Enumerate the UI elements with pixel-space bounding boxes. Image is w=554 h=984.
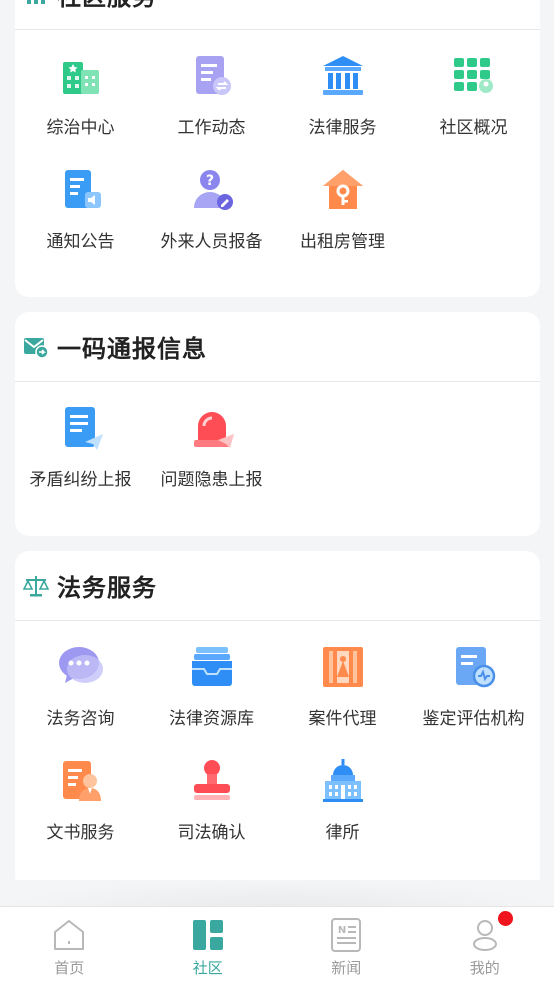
tab-profile[interactable]: 我的: [416, 907, 554, 984]
item-label: 出租房管理: [300, 232, 385, 252]
tab-community[interactable]: 社区: [139, 907, 278, 984]
item-label: 律所: [325, 823, 360, 843]
section-title: 社区服务: [57, 0, 157, 12]
news-icon: N: [328, 917, 364, 953]
legal-item-case-agency[interactable]: 案件代理: [277, 621, 408, 735]
report-item-dispute[interactable]: 矛盾纠纷上报: [15, 382, 146, 496]
tab-news[interactable]: N 新闻: [277, 907, 416, 984]
legal-item-document-services[interactable]: 文书服务: [15, 735, 146, 849]
grid-apps-icon: [450, 52, 498, 100]
item-label: 法律资源库: [169, 709, 254, 729]
svg-text:?: ?: [205, 173, 213, 189]
mail-forward-icon: [23, 334, 49, 360]
bar-chart-icon: [23, 0, 49, 8]
item-label: 矛盾纠纷上报: [29, 470, 132, 490]
item-label: 社区概况: [439, 118, 508, 138]
appraisal-icon: [450, 643, 498, 691]
item-label: 司法确认: [177, 823, 246, 843]
tab-label: 首页: [54, 959, 85, 977]
community-item-notices[interactable]: 通知公告: [15, 144, 146, 258]
item-label: 案件代理: [308, 709, 377, 729]
section-title: 法务服务: [57, 574, 157, 602]
legal-item-law-firm[interactable]: 律所: [277, 735, 408, 849]
community-grid-icon: [190, 917, 226, 953]
item-label: 工作动态: [177, 118, 246, 138]
item-label: 问题隐患上报: [160, 470, 263, 490]
svg-text:N: N: [338, 925, 346, 936]
announcement-icon: [57, 166, 105, 214]
legal-item-judicial-confirmation[interactable]: 司法确认: [146, 735, 277, 849]
community-item-legal-services[interactable]: 法律服务: [277, 30, 408, 144]
item-label: 鉴定评估机构: [422, 709, 525, 729]
community-item-comprehensive-center[interactable]: 综治中心: [15, 30, 146, 144]
report-send-icon: [57, 404, 105, 452]
inbox-tray-icon: [188, 643, 236, 691]
community-item-overview[interactable]: 社区概况: [408, 30, 539, 144]
legal-services-header: 法务服务: [15, 551, 540, 621]
seal-stamp-icon: [188, 757, 236, 805]
report-info-card: 一码通报信息 矛盾纠纷上报 问题隐患上报: [15, 312, 540, 536]
community-item-rental-management[interactable]: 出租房管理: [277, 144, 408, 258]
tab-home[interactable]: 首页: [0, 907, 139, 984]
chat-bubble-icon: [57, 643, 105, 691]
tab-label: 新闻: [331, 959, 362, 977]
case-agent-icon: [319, 643, 367, 691]
community-item-visitor-registration[interactable]: ? 外来人员报备: [146, 144, 277, 258]
profile-icon: [467, 917, 503, 953]
community-services-header: 社区服务: [15, 0, 540, 30]
item-label: 法务咨询: [46, 709, 115, 729]
item-label: 文书服务: [46, 823, 115, 843]
report-item-hazard[interactable]: 问题隐患上报: [146, 382, 277, 496]
community-item-work-updates[interactable]: 工作动态: [146, 30, 277, 144]
user-question-icon: ?: [188, 166, 236, 214]
legal-item-resource-library[interactable]: 法律资源库: [146, 621, 277, 735]
legal-item-consulting[interactable]: 法务咨询: [15, 621, 146, 735]
law-firm-building-icon: [319, 757, 367, 805]
item-label: 外来人员报备: [160, 232, 263, 252]
section-title: 一码通报信息: [57, 335, 207, 363]
tab-label: 我的: [469, 959, 500, 977]
bottom-fade: [0, 880, 554, 908]
item-label: 综治中心: [46, 118, 115, 138]
bottom-tab-bar: 首页 社区 N 新闻 我的: [0, 906, 554, 984]
building-icon: [57, 52, 105, 100]
legal-services-card: 法务服务 法务咨询 法律资源库 案件代理 鉴定评估机构 文书服务 司法确认 律所: [15, 551, 540, 890]
community-services-card: 社区服务 综治中心 工作动态 法律服务 社区概况: [15, 0, 540, 297]
notification-badge: [497, 911, 513, 926]
notary-document-icon: [57, 757, 105, 805]
alarm-light-icon: [188, 404, 236, 452]
item-label: 法律服务: [308, 118, 377, 138]
scales-icon: [23, 573, 49, 599]
house-key-icon: [319, 166, 367, 214]
item-label: 通知公告: [46, 232, 115, 252]
legal-item-appraisal-agency[interactable]: 鉴定评估机构: [408, 621, 539, 735]
courthouse-icon: [319, 52, 367, 100]
document-sync-icon: [188, 52, 236, 100]
report-info-header: 一码通报信息: [15, 312, 540, 382]
tab-label: 社区: [192, 959, 223, 977]
home-icon: [51, 917, 87, 953]
